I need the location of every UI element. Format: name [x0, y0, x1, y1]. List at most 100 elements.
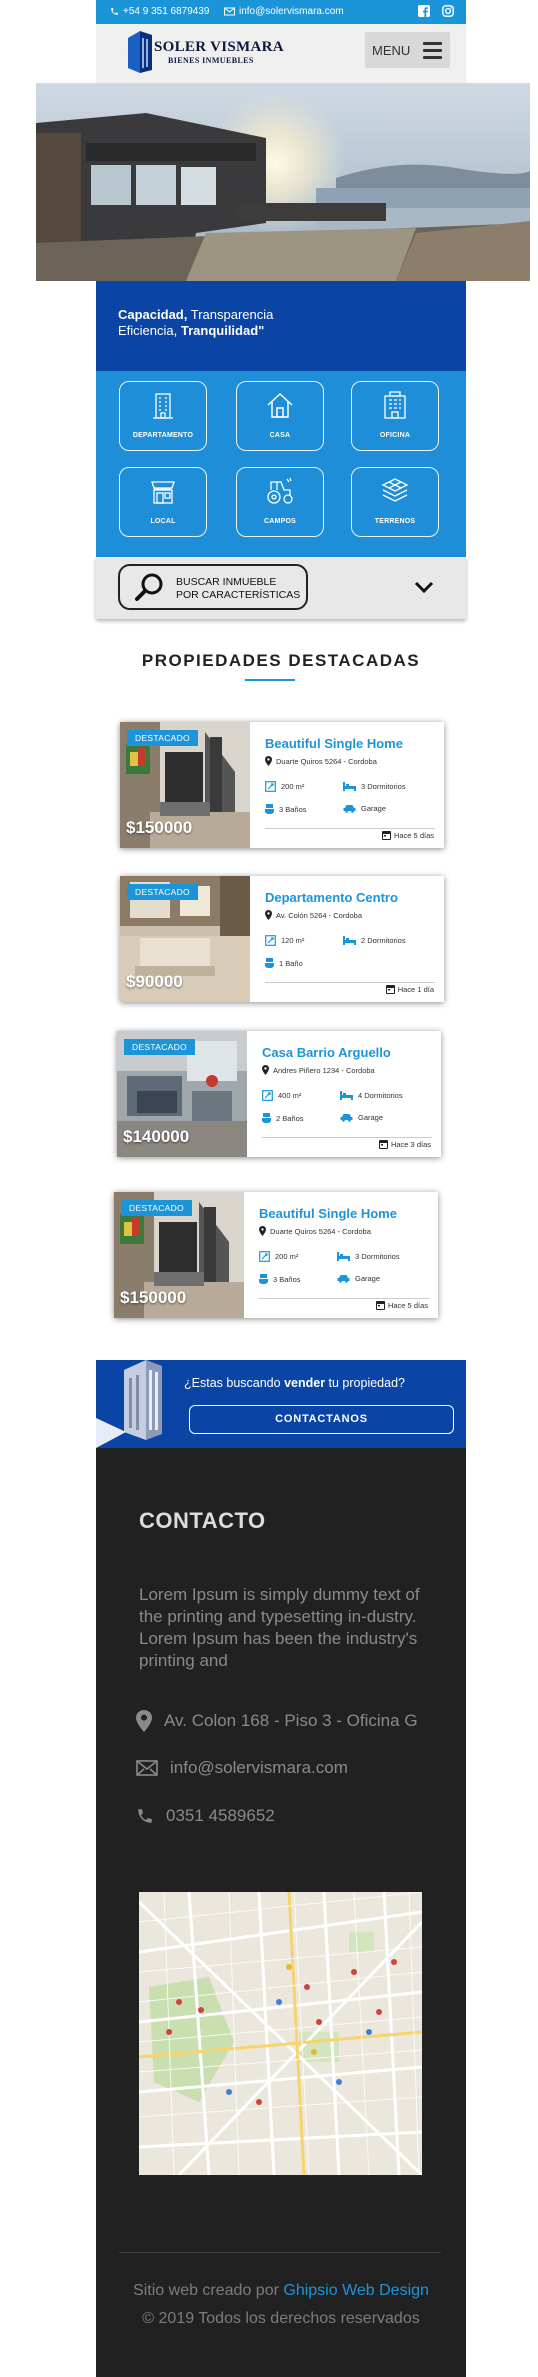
property-bedrooms: 3 Dormitorios — [337, 1251, 400, 1261]
property-baths-text: 2 Baños — [276, 1114, 304, 1123]
property-address: Duarte Quiros 5264 - Cordoba — [265, 756, 377, 766]
property-garage: Garage — [343, 804, 386, 813]
car-icon — [343, 805, 356, 813]
divider — [259, 1298, 429, 1299]
category-label: CAMPOS — [264, 518, 296, 525]
property-price: $140000 — [123, 1127, 190, 1146]
property-bedrooms-text: 2 Dormitorios — [361, 935, 406, 945]
property-date-text: Hace 5 días — [393, 830, 434, 840]
contact-text: Lorem Ipsum is simply dummy text of the … — [139, 1585, 420, 1670]
house-icon — [267, 392, 293, 418]
bed-icon — [340, 1091, 353, 1100]
property-bedrooms-text: 3 Dormitorios — [355, 1251, 400, 1261]
bath-icon — [265, 804, 274, 814]
property-address: Av. Colón 5264 - Cordoba — [265, 910, 362, 920]
category-casa[interactable]: CASA — [236, 381, 324, 451]
tractor-icon — [267, 477, 293, 504]
instagram-icon[interactable] — [442, 5, 454, 17]
area-icon — [259, 1251, 270, 1262]
category-label: CASA — [269, 432, 291, 439]
slogan-transparencia: Transparencia — [187, 307, 274, 322]
contact-email[interactable]: info@solervismara.com — [136, 1758, 348, 1778]
property-area: 120 m² — [265, 935, 304, 946]
bath-icon — [262, 1113, 271, 1123]
slogan-eficiencia: Eficiencia, — [118, 323, 181, 338]
property-garage-text: Garage — [355, 1274, 381, 1283]
search-icon — [135, 573, 163, 601]
property-date: Hace 5 días — [375, 1300, 428, 1310]
property-baths: 3 Baños — [265, 804, 307, 815]
property-title[interactable]: Beautiful Single Home — [265, 736, 403, 751]
featured-badge: DESTACADO — [121, 1200, 192, 1216]
divider — [265, 828, 435, 829]
location-map[interactable] — [139, 1892, 422, 2175]
footer-credit-text: Sitio web creado por — [133, 2282, 284, 2299]
contact-address: Av. Colon 168 - Piso 3 - Oficina G — [136, 1710, 418, 1732]
contact-heading: CONTACTO — [139, 1508, 266, 1533]
property-bedrooms: 3 Dormitorios — [343, 781, 406, 791]
property-area: 200 m² — [259, 1251, 298, 1262]
property-card[interactable]: DESTACADO $150000 Beautiful Single Home … — [114, 1192, 438, 1318]
logo-icon — [128, 31, 152, 73]
category-terrenos[interactable]: TERRENOS — [351, 467, 439, 537]
property-title[interactable]: Casa Barrio Arguello — [262, 1045, 391, 1060]
category-label: DEPARTAMENTO — [132, 432, 194, 439]
footer-credit-link[interactable]: Ghipsio Web Design — [283, 2282, 429, 2299]
chevron-down-icon[interactable] — [414, 581, 434, 595]
property-card[interactable]: DESTACADO $140000 Casa Barrio Arguello A… — [117, 1031, 441, 1157]
hero-image — [36, 83, 530, 281]
contact-phone[interactable]: 0351 4589652 — [136, 1806, 275, 1826]
property-address-text: Duarte Quiros 5264 - Cordoba — [270, 1226, 371, 1236]
property-garage: Garage — [337, 1274, 380, 1283]
contact-address-text: Av. Colon 168 - Piso 3 - Oficina G — [164, 1711, 418, 1730]
area-icon — [262, 1090, 273, 1101]
property-date-text: Hace 3 días — [390, 1139, 431, 1149]
footer-divider — [119, 2252, 441, 2253]
location-pin-icon — [265, 756, 272, 766]
topbar-phone[interactable]: +54 9 351 6879439 — [110, 6, 209, 17]
topbar-email[interactable]: info@solervismara.com — [224, 6, 344, 17]
menu-label: MENU — [372, 43, 411, 58]
category-local[interactable]: LOCAL — [119, 467, 207, 537]
category-oficina[interactable]: OFICINA — [351, 381, 439, 451]
property-bedrooms-text: 4 Dormitorios — [358, 1090, 403, 1100]
location-pin-icon — [265, 910, 272, 920]
topbar-phone-text: +54 9 351 6879439 — [123, 6, 210, 17]
featured-badge: DESTACADO — [127, 730, 198, 746]
slogan-capacidad: Capacidad, — [118, 307, 188, 322]
topbar-email-text: info@solervismara.com — [239, 6, 344, 17]
divider — [262, 1137, 432, 1138]
category-label: OFICINA — [379, 432, 411, 439]
top-bar: +54 9 351 6879439 info@solervismara.com — [96, 0, 466, 24]
cta-question: ¿Estas buscando vender tu propiedad? — [184, 1376, 405, 1390]
contact-us-button[interactable]: CONTACTANOS — [189, 1405, 454, 1434]
property-bedrooms: 4 Dormitorios — [340, 1090, 403, 1100]
search-by-features-button[interactable]: BUSCAR INMUEBLE POR CARACTERÍSTICAS — [118, 564, 308, 610]
bath-icon — [265, 958, 274, 968]
office-icon — [384, 391, 406, 419]
property-date: Hace 3 días — [378, 1139, 431, 1149]
facebook-icon[interactable] — [418, 5, 430, 17]
slogan-line-1: Capacidad, Transparencia — [118, 307, 273, 322]
property-title[interactable]: Beautiful Single Home — [259, 1206, 397, 1221]
property-photo: DESTACADO $150000 — [120, 722, 250, 848]
category-campos[interactable]: CAMPOS — [236, 467, 324, 537]
search-label-1: BUSCAR INMUEBLE — [176, 576, 277, 588]
property-address-text: Duarte Quiros 5264 - Cordoba — [276, 756, 377, 766]
category-departamento[interactable]: DEPARTAMENTO — [119, 381, 207, 451]
featured-badge: DESTACADO — [127, 884, 198, 900]
store-icon — [151, 481, 175, 504]
contact-email-text: info@solervismara.com — [170, 1758, 348, 1777]
calendar-icon — [378, 1140, 388, 1149]
bed-icon — [343, 782, 356, 791]
search-bar: BUSCAR INMUEBLE POR CARACTERÍSTICAS — [96, 557, 466, 619]
property-card[interactable]: DESTACADO $90000 Departamento Centro Av.… — [120, 876, 444, 1002]
property-date-text: Hace 1 día — [397, 984, 434, 994]
property-date: Hace 1 día — [385, 984, 434, 994]
menu-button[interactable]: MENU — [365, 32, 450, 68]
property-baths: 1 Baño — [265, 958, 303, 969]
property-title[interactable]: Departamento Centro — [265, 890, 398, 905]
slogan-line-2: Eficiencia, Tranquilidad" — [118, 323, 264, 338]
property-card[interactable]: DESTACADO $150000 Beautiful Single Home … — [120, 722, 444, 848]
hamburger-icon — [423, 42, 442, 63]
